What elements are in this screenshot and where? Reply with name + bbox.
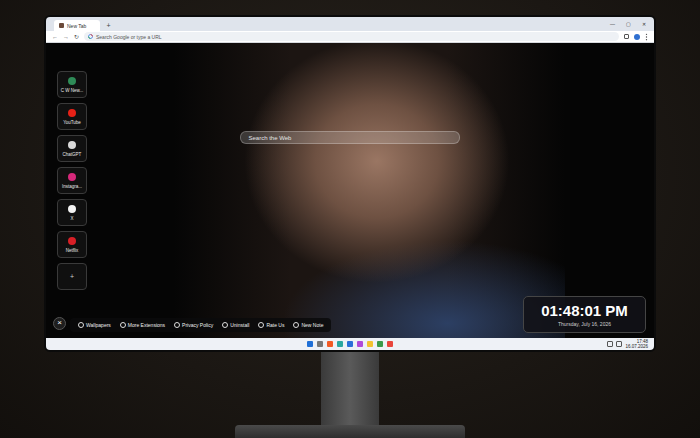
browser-tab[interactable]: New Tab [54,20,100,31]
wallpaper-photo [173,43,565,338]
footer-link-label: New Note [301,322,323,328]
shortcut-sidebar: C W New... YouTube ChatGPT Instagra... X Netf… [53,43,91,295]
taskbar-clock[interactable]: 17:4816.07.2026 [625,339,648,349]
shortcut-icon [68,77,76,85]
add-shortcut-tile[interactable]: + [57,263,87,290]
footer-link-label: Rate Us [266,322,284,328]
shortcut-tile[interactable]: ChatGPT [57,135,87,162]
link-icon [174,322,180,328]
omnibox-placeholder: Search Google or type a URL [96,34,162,40]
link-icon [293,322,299,328]
nav-button[interactable]: → [63,34,69,40]
extension-icon[interactable] [624,34,629,39]
footer-bar: Wallpapers More Extensions Privacy Policy U… [70,318,331,332]
taskbar-apps [307,341,393,347]
shortcut-tile[interactable]: YouTube [57,103,87,130]
new-tab-button[interactable]: + [103,20,113,31]
app-icon[interactable] [387,341,393,347]
search-area: Search the Web [91,43,646,295]
window-control-button[interactable]: — [606,17,619,31]
link-icon [258,322,264,328]
profile-icon[interactable] [634,34,640,40]
page: New Tab + —▢✕ ← → ↻ Search Google or type a UR… [0,0,700,438]
taskbar: 17:4816.07.2026 [46,338,654,350]
link-icon [222,322,228,328]
shortcut-tile[interactable]: Instagra... [57,167,87,194]
monitor-stand-neck [321,352,379,425]
shortcut-icon [68,205,76,213]
shortcut-icon [68,109,76,117]
clock-card: 01:48:01 PM Thursday, July 16, 2026 [523,296,646,333]
bottom-area: × Wallpapers More Extensions Privacy Policy… [53,295,646,333]
close-button[interactable]: × [53,317,66,330]
app-icon[interactable] [307,341,313,347]
footer-link[interactable]: Wallpapers [78,322,111,328]
omnibox[interactable]: Search Google or type a URL [84,32,619,41]
tab-label: New Tab [67,23,86,29]
new-tab-page: C W New... YouTube ChatGPT Instagra... X Netf… [46,43,654,338]
taskbar-time: 17:48 [637,339,648,344]
footer-link[interactable]: Privacy Policy [174,322,213,328]
shortcut-label: Instagra... [62,184,82,189]
footer-link-label: Wallpapers [86,322,111,328]
app-icon[interactable] [357,341,363,347]
app-icon[interactable] [347,341,353,347]
window-control-button[interactable]: ✕ [638,17,650,31]
favicon-icon [59,23,64,28]
add-shortcut-label: + [70,273,74,280]
shortcut-tile[interactable]: C W New... [57,71,87,98]
clock-time: 01:48:01 PM [541,302,628,319]
main-area: C W New... YouTube ChatGPT Instagra... X Netf… [53,43,646,295]
wifi-icon[interactable] [607,341,613,347]
monitor: New Tab + —▢✕ ← → ↻ Search Google or type a UR… [44,15,656,352]
link-icon [78,322,84,328]
app-icon[interactable] [317,341,323,347]
shortcut-icon [68,237,76,245]
menu-icon[interactable] [645,33,648,41]
nav-button[interactable]: ← [52,34,58,40]
shortcut-tile[interactable]: Netflix [57,231,87,258]
shortcut-icon [68,141,76,149]
app-icon[interactable] [367,341,373,347]
footer-link[interactable]: More Extensions [120,322,165,328]
footer-link[interactable]: Rate Us [258,322,284,328]
system-tray: 17:4816.07.2026 [393,339,648,349]
google-icon [88,34,93,39]
window-control-button[interactable]: ▢ [622,17,635,31]
shortcut-label: Netflix [66,248,79,253]
monitor-stand-base [235,425,465,438]
tab-bar: New Tab + —▢✕ [46,17,654,31]
footer-link-label: Uninstall [230,322,249,328]
shortcut-label: X [70,216,73,221]
shortcut-tile[interactable]: X [57,199,87,226]
search-placeholder: Search the Web [249,135,292,141]
app-icon[interactable] [337,341,343,347]
footer-link-label: More Extensions [128,322,165,328]
link-icon [120,322,126,328]
app-icon[interactable] [327,341,333,347]
shortcut-label: YouTube [63,120,81,125]
footer-link-label: Privacy Policy [182,322,213,328]
taskbar-date: 16.07.2026 [625,344,648,349]
clock-date: Thursday, July 16, 2026 [558,321,611,327]
app-icon[interactable] [377,341,383,347]
footer-link[interactable]: New Note [293,322,323,328]
address-bar: ← → ↻ Search Google or type a URL [46,31,654,43]
nav-button[interactable]: ↻ [74,33,79,40]
volume-icon[interactable] [616,341,622,347]
footer-link[interactable]: Uninstall [222,322,249,328]
shortcut-label: ChatGPT [63,152,82,157]
shortcut-label: C W New... [61,88,84,93]
shortcut-icon [68,173,76,181]
search-input[interactable]: Search the Web [240,131,460,144]
